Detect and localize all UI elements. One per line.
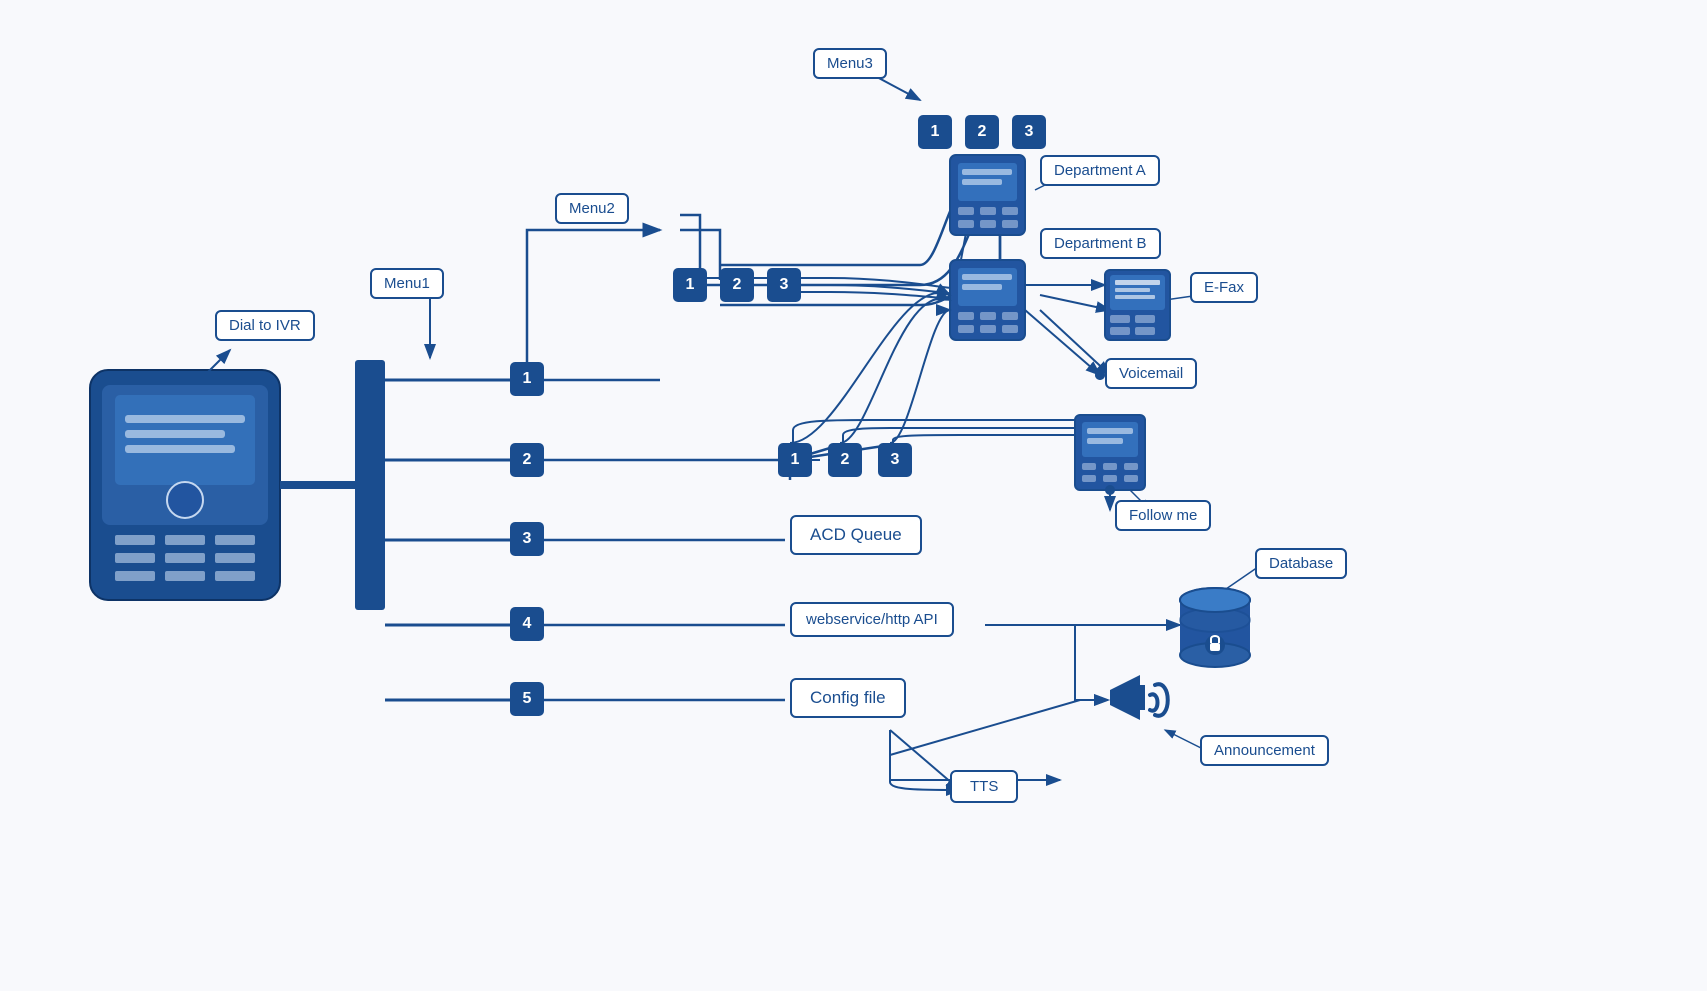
config-file-label: Config file: [790, 678, 906, 718]
badge-1-menu3: 1: [918, 115, 952, 149]
badge-2-menu2: 2: [720, 268, 754, 302]
tts-label: TTS: [950, 770, 1018, 803]
menu2-label: Menu2: [555, 193, 629, 224]
diagram-container: Dial to IVR Menu1 Menu2 Menu3 Department…: [0, 0, 1707, 991]
badge-1-menu2: 1: [673, 268, 707, 302]
badge-4-main: 4: [510, 607, 544, 641]
badge-2-menu3: 2: [965, 115, 999, 149]
badge-2-sub: 2: [828, 443, 862, 477]
menu3-label: Menu3: [813, 48, 887, 79]
department-b-label: Department B: [1040, 228, 1161, 259]
e-fax-label: E-Fax: [1190, 272, 1258, 303]
badge-3-menu3: 3: [1012, 115, 1046, 149]
voicemail-label: Voicemail: [1105, 358, 1197, 389]
database-label: Database: [1255, 548, 1347, 579]
badge-3-sub: 3: [878, 443, 912, 477]
menu1-label: Menu1: [370, 268, 444, 299]
acd-queue-label: ACD Queue: [790, 515, 922, 555]
webservice-label: webservice/http API: [790, 602, 954, 637]
badge-2-main: 2: [510, 443, 544, 477]
badge-3-menu2: 3: [767, 268, 801, 302]
follow-me-label: Follow me: [1115, 500, 1211, 531]
badge-3-main: 3: [510, 522, 544, 556]
dial-to-ivr-label: Dial to IVR: [215, 310, 315, 341]
badge-1-sub: 1: [778, 443, 812, 477]
badge-1-main: 1: [510, 362, 544, 396]
department-a-label: Department A: [1040, 155, 1160, 186]
announcement-label: Announcement: [1200, 735, 1329, 766]
badge-5-main: 5: [510, 682, 544, 716]
